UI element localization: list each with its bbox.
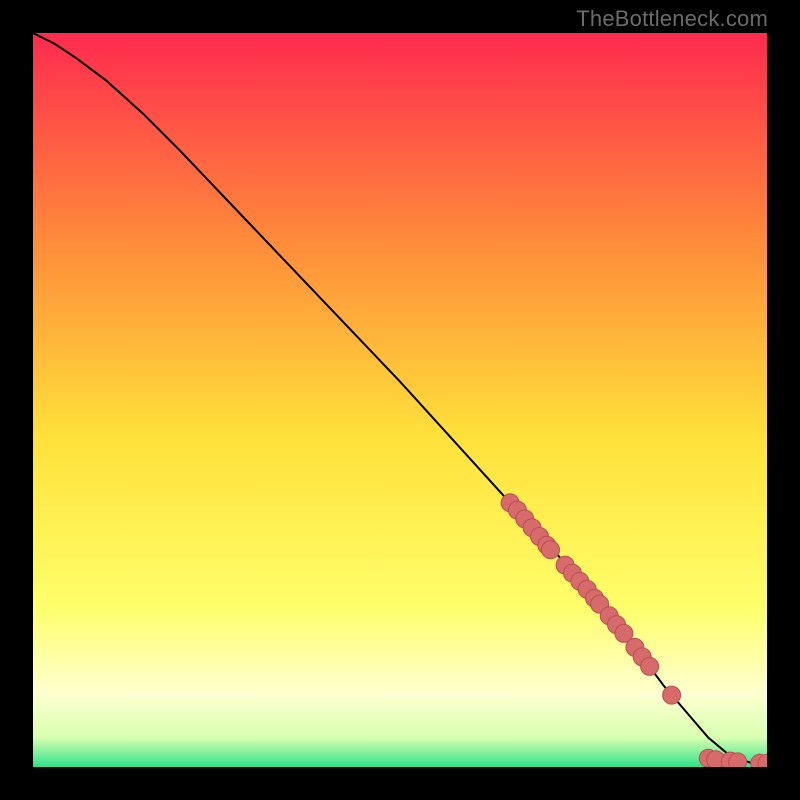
watermark-label: TheBottleneck.com: [576, 6, 768, 32]
data-marker: [663, 686, 681, 704]
plot-area: [33, 33, 767, 767]
data-marker: [641, 657, 659, 675]
chart-frame: TheBottleneck.com: [0, 0, 800, 800]
plot-svg: [33, 33, 767, 767]
data-marker: [729, 753, 747, 767]
gradient-background: [33, 33, 767, 767]
data-marker: [542, 541, 560, 559]
